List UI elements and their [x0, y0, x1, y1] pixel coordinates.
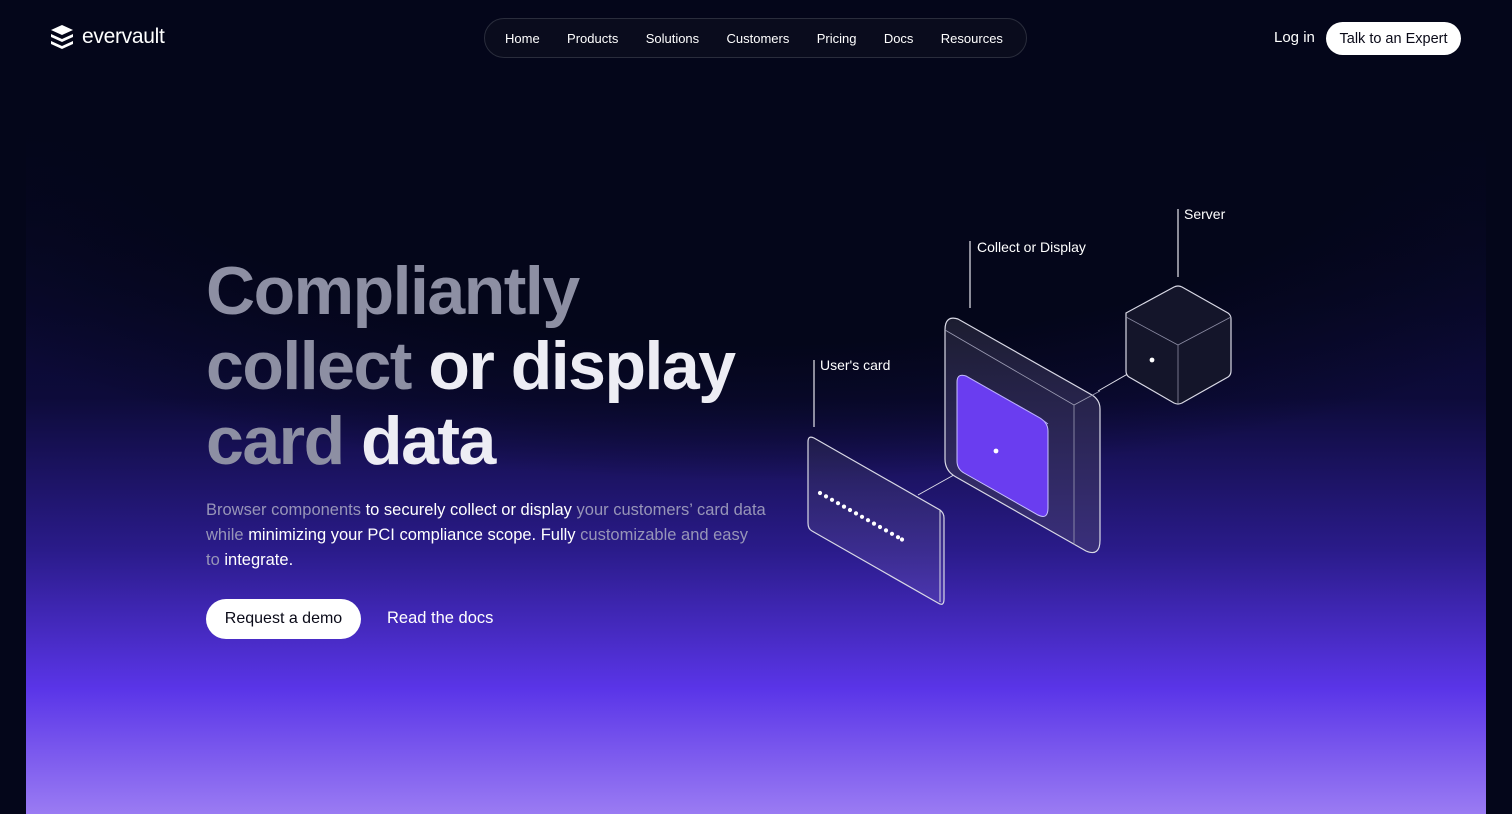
read-docs-link[interactable]: Read the docs — [387, 609, 493, 628]
hero-title-line-3: card data — [206, 404, 806, 479]
hero-subtitle: Browser components to securely collect o… — [206, 498, 766, 573]
hero-subtitle-part: Browser components — [206, 501, 366, 519]
server-cube-illustration — [1125, 285, 1232, 405]
nav-item-home[interactable]: Home — [505, 31, 540, 46]
hero-title-line-1: Compliantly — [206, 253, 580, 329]
nav-item-resources[interactable]: Resources — [941, 31, 1003, 46]
hero-subtitle-part: integrate. — [224, 551, 294, 569]
nav-item-docs[interactable]: Docs — [884, 31, 914, 46]
login-link[interactable]: Log in — [1274, 29, 1315, 46]
hero-title-word-card: card — [206, 403, 345, 479]
hero-subtitle-part: minimizing your PCI compliance scope. Fu… — [248, 526, 581, 544]
data-flow-illustration: User's card Collect or Display Server — [807, 206, 1232, 605]
collect-display-frame-illustration — [944, 317, 1101, 554]
nav-item-customers[interactable]: Customers — [727, 31, 790, 46]
nav-item-solutions[interactable]: Solutions — [646, 31, 699, 46]
hero-title-word-collect: collect — [206, 328, 412, 404]
label-users-card: User's card — [820, 357, 890, 373]
hero-title-line-2: collect or display — [206, 329, 806, 404]
request-demo-button[interactable]: Request a demo — [206, 599, 361, 639]
brand-logo[interactable]: evervault — [50, 24, 165, 50]
hero-title-word-data: data — [361, 403, 496, 479]
label-server: Server — [1184, 206, 1226, 222]
label-collect-display: Collect or Display — [977, 239, 1086, 255]
brand-name: evervault — [82, 25, 165, 48]
talk-to-expert-button[interactable]: Talk to an Expert — [1326, 22, 1461, 55]
hero-subtitle-part: to securely collect or display — [365, 501, 577, 519]
users-card-illustration — [807, 436, 945, 605]
nav-item-pricing[interactable]: Pricing — [817, 31, 857, 46]
nav-item-products[interactable]: Products — [567, 31, 618, 46]
hero-title: Compliantly collect or display card data — [206, 254, 806, 479]
main-nav: Home Products Solutions Customers Pricin… — [484, 18, 1027, 58]
hero-title-word-display: or display — [428, 328, 736, 404]
site-header: evervault Home Products Solutions Custom… — [0, 0, 1512, 76]
evervault-logo-icon — [51, 25, 73, 49]
